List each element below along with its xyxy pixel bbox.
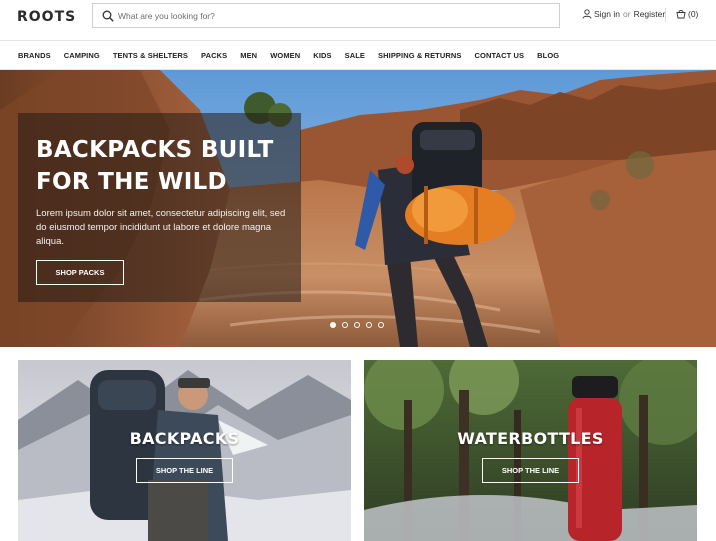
main-nav: BRANDS CAMPING TENTS & SHELTERS PACKS ME… [0, 40, 716, 70]
nav-item-contact-us[interactable]: CONTACT US [475, 51, 525, 60]
carousel-dot-2[interactable] [342, 322, 348, 328]
carousel-dots [330, 322, 384, 328]
search-bar[interactable] [92, 3, 560, 28]
carousel-dot-3[interactable] [354, 322, 360, 328]
backpacks-tile-image [18, 360, 351, 541]
waterbottles-tile-title: WATERBOTTLES [457, 429, 604, 448]
cart-count: (0) [688, 9, 699, 19]
waterbottles-tile-image [364, 360, 697, 541]
nav-item-kids[interactable]: KIDS [313, 51, 331, 60]
nav-list: BRANDS CAMPING TENTS & SHELTERS PACKS ME… [18, 51, 559, 60]
nav-item-sale[interactable]: SALE [345, 51, 365, 60]
promo-tile-waterbottles[interactable]: WATERBOTTLES SHOP THE LINE [364, 360, 697, 541]
nav-item-shipping-returns[interactable]: SHIPPING & RETURNS [378, 51, 461, 60]
register-link[interactable]: Register [634, 9, 666, 19]
nav-item-women[interactable]: WOMEN [270, 51, 300, 60]
sign-in-link[interactable]: Sign in [594, 9, 620, 19]
promo-tile-backpacks[interactable]: BACKPACKS SHOP THE LINE [18, 360, 351, 541]
user-icon [582, 9, 592, 19]
nav-item-tents-shelters[interactable]: TENTS & SHELTERS [113, 51, 188, 60]
carousel-dot-1[interactable] [330, 322, 336, 328]
shop-packs-button[interactable]: SHOP PACKS [36, 260, 124, 285]
cart-link[interactable]: (0) [676, 9, 698, 19]
hero-title: BACKPACKS BUILT FOR THE WILD [36, 137, 274, 195]
cart-icon [676, 10, 686, 19]
hero-description: Lorem ipsum dolor sit amet, consectetur … [36, 208, 286, 247]
site-header: ROOTS Sign in or Register (0) [0, 0, 716, 40]
account-links: Sign in or Register [582, 9, 665, 19]
waterbottles-shop-the-line-button[interactable]: SHOP THE LINE [482, 458, 579, 483]
backpacks-shop-the-line-button[interactable]: SHOP THE LINE [136, 458, 233, 483]
hero-banner: BACKPACKS BUILT FOR THE WILD Lorem ipsum… [0, 70, 716, 347]
nav-item-camping[interactable]: CAMPING [64, 51, 100, 60]
site-logo[interactable]: ROOTS [17, 9, 76, 25]
search-icon[interactable] [102, 10, 114, 22]
carousel-dot-5[interactable] [378, 322, 384, 328]
or-text: or [623, 9, 631, 19]
backpacks-tile-title: BACKPACKS [129, 429, 240, 448]
search-input[interactable] [118, 7, 548, 25]
header-divider [665, 8, 666, 22]
nav-item-blog[interactable]: BLOG [537, 51, 559, 60]
carousel-dot-4[interactable] [366, 322, 372, 328]
nav-item-men[interactable]: MEN [240, 51, 257, 60]
nav-item-packs[interactable]: PACKS [201, 51, 227, 60]
nav-item-brands[interactable]: BRANDS [18, 51, 51, 60]
